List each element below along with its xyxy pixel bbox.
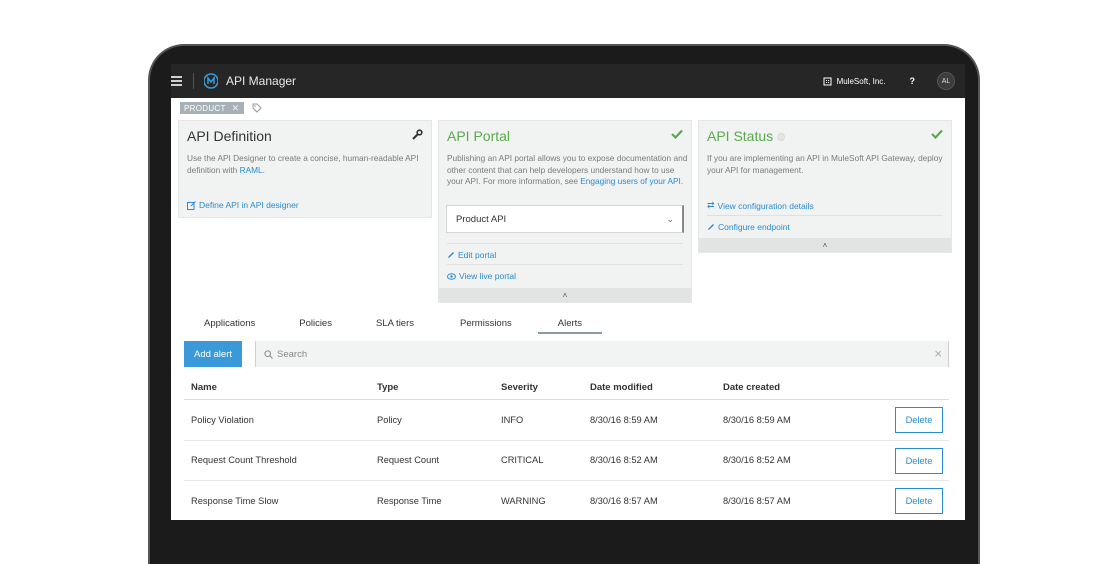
topbar-divider [193, 73, 194, 89]
delete-button[interactable]: Delete [895, 447, 943, 474]
raml-link[interactable]: RAML [240, 165, 263, 175]
swap-icon: ⇄ [707, 200, 715, 210]
table-row: Request Count Threshold Request Count CR… [184, 441, 949, 481]
view-live-portal-label: View live portal [459, 271, 517, 281]
api-portal-card: API Portal Publishing an API portal allo… [438, 120, 692, 303]
collapse-button[interactable]: ˄ [699, 238, 951, 252]
define-api-label: Define API in API designer [199, 200, 299, 210]
tab-bar: Applications Policies SLA tiers Permissi… [184, 312, 603, 334]
search-icon [264, 349, 273, 359]
product-tag: PRODUCT ✕ [180, 102, 244, 114]
wrench-icon[interactable] [411, 129, 423, 141]
status-dot-icon [777, 133, 786, 142]
view-configuration-link[interactable]: ⇄ View configuration details [707, 200, 814, 211]
collapse-button[interactable]: ˄ [439, 288, 691, 302]
table-row: Policy Violation Policy INFO 8/30/16 8:5… [184, 400, 949, 441]
cell-date-created: 8/30/16 8:52 AM [723, 455, 791, 466]
card-description: If you are implementing an API in MuleSo… [707, 153, 943, 175]
building-icon [823, 77, 832, 85]
configure-endpoint-label: Configure endpoint [718, 222, 790, 232]
delete-button[interactable]: Delete [895, 488, 943, 514]
help-button[interactable]: ? [910, 76, 916, 86]
tab-alerts[interactable]: Alerts [537, 312, 603, 334]
divider [447, 264, 683, 265]
org-name: MuleSoft, Inc. [836, 76, 886, 86]
api-definition-card: API Definition Use the API Designer to c… [178, 120, 432, 218]
pencil-icon [708, 224, 714, 230]
clear-search-icon[interactable]: × [934, 346, 942, 361]
edit-portal-link[interactable]: Edit portal [447, 250, 496, 260]
add-alert-button[interactable]: Add alert [184, 341, 242, 367]
check-icon [671, 129, 683, 139]
add-tag-icon[interactable] [252, 103, 262, 113]
cell-type: Policy [377, 414, 402, 425]
cell-date-modified: 8/30/16 8:52 AM [590, 455, 658, 466]
app-title: API Manager [226, 74, 297, 88]
card-description: Use the API Designer to create a concise… [187, 153, 427, 176]
engaging-users-link[interactable]: Engaging users of your API [580, 176, 681, 186]
chevron-up-icon: ˄ [822, 240, 828, 250]
cell-date-created: 8/30/16 8:57 AM [723, 495, 791, 506]
api-status-card: API Status If you are implementing an AP… [698, 120, 952, 253]
chevron-down-icon: ⌄ [666, 214, 674, 224]
cell-name: Response Time Slow [191, 495, 279, 506]
tag-remove-icon[interactable]: ✕ [232, 103, 240, 114]
org-switcher[interactable]: MuleSoft, Inc. [823, 77, 886, 86]
card-title-text: API Status [707, 128, 774, 144]
delete-button[interactable]: Delete [895, 407, 943, 433]
view-configuration-label: View configuration details [717, 200, 814, 211]
cell-date-modified: 8/30/16 8:59 AM [590, 414, 658, 425]
tab-policies[interactable]: Policies [275, 312, 356, 334]
col-date-modified[interactable]: Date modified [590, 382, 723, 393]
col-date-created[interactable]: Date created [723, 382, 883, 393]
top-nav-bar: API Manager MuleSoft, Inc. ? AL [171, 64, 965, 98]
cell-date-created: 8/30/16 8:59 AM [723, 414, 791, 425]
edit-external-icon [187, 200, 196, 210]
col-type[interactable]: Type [377, 382, 501, 393]
cell-type: Response Time [377, 495, 442, 506]
cell-name: Policy Violation [191, 414, 254, 425]
alerts-table: Name Type Severity Date modified Date cr… [184, 376, 949, 520]
menu-icon[interactable] [171, 76, 183, 86]
cell-type: Request Count [377, 455, 440, 466]
card-title: API Definition [187, 128, 272, 144]
table-header: Name Type Severity Date modified Date cr… [184, 376, 949, 400]
cell-severity: CRITICAL [501, 455, 544, 466]
portal-select[interactable]: Product API ⌄ [446, 205, 684, 233]
desc-end: . [680, 176, 684, 186]
cell-name: Request Count Threshold [191, 455, 297, 466]
card-title: API Status [707, 128, 786, 144]
app-screen: API Manager MuleSoft, Inc. ? AL PRODUCT … [171, 64, 965, 520]
tab-permissions[interactable]: Permissions [434, 312, 538, 334]
avatar[interactable]: AL [937, 72, 955, 90]
define-api-link[interactable]: Define API in API designer [187, 200, 299, 210]
portal-select-value: Product API [456, 213, 507, 225]
col-severity[interactable]: Severity [501, 382, 590, 393]
col-name[interactable]: Name [184, 382, 377, 393]
tag-label: PRODUCT [184, 103, 226, 113]
tab-applications[interactable]: Applications [184, 312, 275, 334]
divider [447, 243, 683, 244]
edit-portal-label: Edit portal [458, 250, 497, 260]
mulesoft-logo-icon [204, 73, 218, 89]
cell-severity: WARNING [501, 495, 546, 506]
configure-endpoint-link[interactable]: Configure endpoint [707, 222, 790, 232]
tab-sla-tiers[interactable]: SLA tiers [356, 312, 434, 334]
pencil-icon [448, 252, 454, 258]
divider [707, 215, 943, 216]
desc-end: . [262, 164, 265, 175]
chevron-up-icon: ˄ [562, 290, 568, 300]
cell-date-modified: 8/30/16 8:57 AM [590, 495, 658, 506]
search-bar[interactable]: Search × [255, 341, 949, 367]
eye-icon [447, 272, 456, 280]
desc-text: Use the API Designer to create a concise… [187, 153, 419, 175]
cell-severity: INFO [501, 414, 524, 425]
card-description: Publishing an API portal allows you to e… [447, 153, 689, 188]
search-input[interactable]: Search [277, 349, 307, 360]
view-live-portal-link[interactable]: View live portal [447, 271, 516, 281]
card-title: API Portal [447, 128, 511, 144]
table-row: Response Time Slow Response Time WARNING… [184, 481, 949, 520]
check-icon [931, 129, 943, 139]
